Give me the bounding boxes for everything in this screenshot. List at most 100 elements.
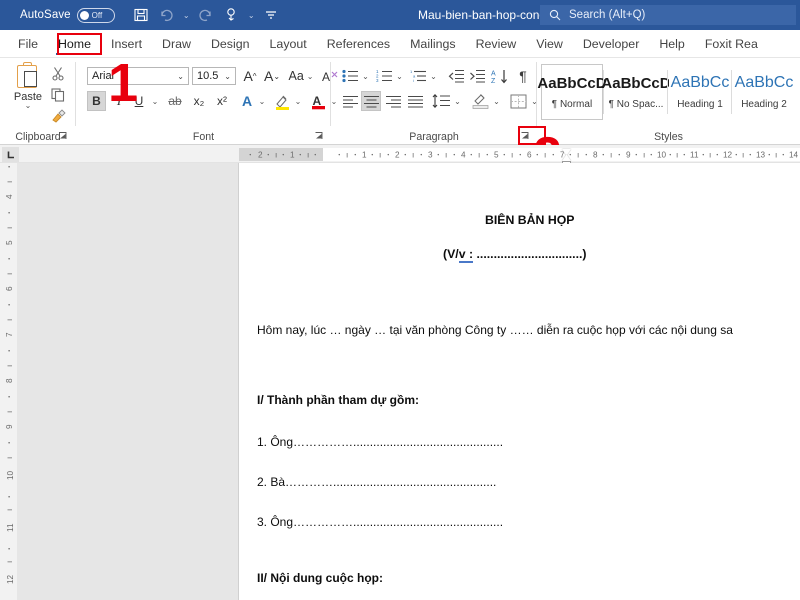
svg-text:i: i bbox=[413, 78, 414, 83]
underline-button[interactable]: U bbox=[130, 91, 148, 111]
touch-mode-icon[interactable] bbox=[220, 3, 244, 27]
svg-text:ꞏ: ꞏ bbox=[5, 495, 14, 498]
quick-access-toolbar: ⌄ ⌄ bbox=[129, 3, 283, 27]
shading-button[interactable] bbox=[469, 91, 491, 111]
sort-button[interactable]: AZ bbox=[489, 66, 511, 86]
style-preview: AaBbCcD bbox=[601, 74, 671, 92]
paragraph-dialog-launcher[interactable] bbox=[519, 130, 531, 142]
copy-icon[interactable] bbox=[45, 84, 71, 105]
style-heading-2[interactable]: AaBbCc Heading 2 bbox=[733, 64, 795, 120]
font-color-button[interactable]: A bbox=[308, 91, 328, 111]
align-left-button[interactable] bbox=[340, 91, 360, 111]
numbering-caret-icon[interactable]: ⌄ bbox=[394, 66, 405, 86]
style-no-spacing[interactable]: AaBbCcD ¶ No Spac... bbox=[601, 64, 671, 120]
cut-icon[interactable] bbox=[45, 63, 71, 84]
font-name-caret-icon[interactable]: ⌄ bbox=[177, 72, 184, 81]
svg-text:ꞏ: ꞏ bbox=[503, 151, 506, 160]
tab-review[interactable]: Review bbox=[466, 31, 527, 57]
document-page[interactable]: BIÊN BẢN HỌP (V/v : ....................… bbox=[239, 163, 800, 600]
bullets-button[interactable] bbox=[340, 66, 360, 86]
text-highlight-color-button[interactable] bbox=[272, 91, 292, 111]
line-spacing-button[interactable] bbox=[430, 91, 452, 111]
format-painter-icon[interactable] bbox=[45, 105, 71, 126]
superscript-button[interactable]: x² bbox=[212, 91, 232, 111]
svg-text:A: A bbox=[491, 70, 496, 77]
tab-layout[interactable]: Layout bbox=[260, 31, 317, 57]
subscript-button[interactable]: x₂ bbox=[189, 91, 209, 111]
multilevel-list-caret-icon[interactable]: ⌄ bbox=[428, 66, 439, 86]
autosave-control[interactable]: AutoSave Off bbox=[20, 7, 115, 23]
bullets-caret-icon[interactable]: ⌄ bbox=[360, 66, 371, 86]
highlight-caret-icon[interactable]: ⌄ bbox=[292, 91, 304, 111]
horizontal-ruler[interactable]: ꞏ 2 ꞏ ı ꞏ 1 ꞏ ı ꞏ ꞏ ı ꞏ 1 ꞏ ı ꞏ 2 ꞏ ı ꞏ bbox=[0, 145, 800, 165]
align-center-button[interactable] bbox=[361, 91, 381, 111]
document-content[interactable]: BIÊN BẢN HỌP (V/v : ....................… bbox=[239, 163, 800, 600]
font-group: Arial ⌄ 10.5 ⌄ A ^ A ⌄ Aa ⌄ A B I U ⌄ ab x₂ bbox=[76, 58, 338, 145]
increase-indent-button[interactable] bbox=[467, 66, 487, 86]
text-effects-caret-icon[interactable]: ⌄ bbox=[256, 91, 268, 111]
save-icon[interactable] bbox=[129, 3, 153, 27]
tab-home[interactable]: Home bbox=[48, 31, 101, 57]
paragraph-group-label: Paragraph bbox=[409, 131, 459, 143]
tab-references[interactable]: References bbox=[317, 31, 400, 57]
line-spacing-caret-icon[interactable]: ⌄ bbox=[452, 91, 463, 111]
style-preview: AaBbCc bbox=[734, 74, 794, 91]
change-case-label: Aa bbox=[288, 69, 304, 83]
decrease-indent-button[interactable] bbox=[446, 66, 466, 86]
svg-text:ꞏ: ꞏ bbox=[669, 151, 672, 160]
align-right-button[interactable] bbox=[383, 91, 403, 111]
tab-stop-selector-button[interactable] bbox=[2, 147, 19, 162]
search-box[interactable]: Search (Alt+Q) bbox=[540, 5, 796, 25]
italic-button[interactable]: I bbox=[110, 91, 128, 111]
autosave-toggle[interactable]: Off bbox=[76, 7, 115, 23]
svg-text:2: 2 bbox=[395, 151, 400, 160]
undo-dropdown-caret-icon[interactable]: ⌄ bbox=[181, 11, 192, 20]
svg-text:A: A bbox=[322, 70, 330, 84]
tab-draw[interactable]: Draw bbox=[152, 31, 201, 57]
shading-caret-icon[interactable]: ⌄ bbox=[491, 91, 502, 111]
strikethrough-button[interactable]: ab bbox=[164, 91, 186, 111]
change-case-caret-icon[interactable]: ⌄ bbox=[307, 72, 314, 81]
font-size-caret-icon[interactable]: ⌄ bbox=[224, 72, 231, 81]
paste-dropdown-caret-icon[interactable]: ⌄ bbox=[25, 102, 32, 110]
vertical-ruler[interactable]: ꞏ ı 4 ꞏ ı 5 ꞏ ı 6 ꞏ ı 7 ꞏ ı 8 ꞏ ı 9 ꞏ ı bbox=[0, 163, 18, 600]
svg-text:ꞏ: ꞏ bbox=[716, 151, 719, 160]
font-name-input[interactable]: Arial ⌄ bbox=[87, 67, 189, 85]
doc-intro-paragraph: Hôm nay, lúc … ngày … tại văn phòng Công… bbox=[257, 323, 733, 337]
bold-button[interactable]: B bbox=[87, 91, 106, 111]
tab-insert[interactable]: Insert bbox=[101, 31, 152, 57]
tab-view[interactable]: View bbox=[526, 31, 573, 57]
svg-text:ꞏ: ꞏ bbox=[702, 151, 705, 160]
numbering-button[interactable]: 123 bbox=[374, 66, 394, 86]
tab-foxit-reader[interactable]: Foxit Rea bbox=[695, 31, 768, 57]
borders-button[interactable] bbox=[507, 91, 529, 111]
style-normal[interactable]: AaBbCcD ¶ Normal bbox=[537, 64, 607, 120]
svg-text:ı: ı bbox=[577, 151, 579, 160]
paste-button[interactable]: Paste ⌄ bbox=[8, 62, 48, 110]
shrink-font-button[interactable]: A ⌄ bbox=[262, 66, 282, 86]
svg-text:1: 1 bbox=[290, 151, 295, 160]
font-size-input[interactable]: 10.5 ⌄ bbox=[192, 67, 236, 85]
multilevel-list-button[interactable]: 1ai bbox=[408, 66, 428, 86]
undo-icon[interactable] bbox=[155, 3, 179, 27]
tab-help[interactable]: Help bbox=[649, 31, 694, 57]
text-effects-button[interactable]: A bbox=[238, 91, 256, 111]
style-name: ¶ Normal bbox=[551, 98, 593, 110]
customize-toolbar-icon[interactable] bbox=[259, 3, 283, 27]
tab-developer[interactable]: Developer bbox=[573, 31, 649, 57]
show-formatting-marks-button[interactable]: ¶ bbox=[513, 66, 533, 86]
grow-font-button[interactable]: A ^ bbox=[240, 66, 260, 86]
svg-text:ꞏ: ꞏ bbox=[635, 151, 638, 160]
redo-icon[interactable] bbox=[194, 3, 218, 27]
touch-mode-dropdown-caret-icon[interactable]: ⌄ bbox=[246, 11, 257, 20]
font-dialog-launcher[interactable] bbox=[313, 130, 325, 142]
justify-button[interactable] bbox=[405, 91, 425, 111]
tab-mailings[interactable]: Mailings bbox=[400, 31, 465, 57]
tab-design[interactable]: Design bbox=[201, 31, 260, 57]
change-case-button[interactable]: Aa ⌄ bbox=[286, 66, 316, 86]
clipboard-dialog-launcher[interactable] bbox=[57, 130, 69, 142]
svg-text:ı: ı bbox=[5, 319, 14, 321]
tab-file[interactable]: File bbox=[8, 31, 48, 57]
style-heading-1[interactable]: AaBbCc Heading 1 bbox=[669, 64, 731, 120]
underline-caret-icon[interactable]: ⌄ bbox=[149, 91, 161, 111]
